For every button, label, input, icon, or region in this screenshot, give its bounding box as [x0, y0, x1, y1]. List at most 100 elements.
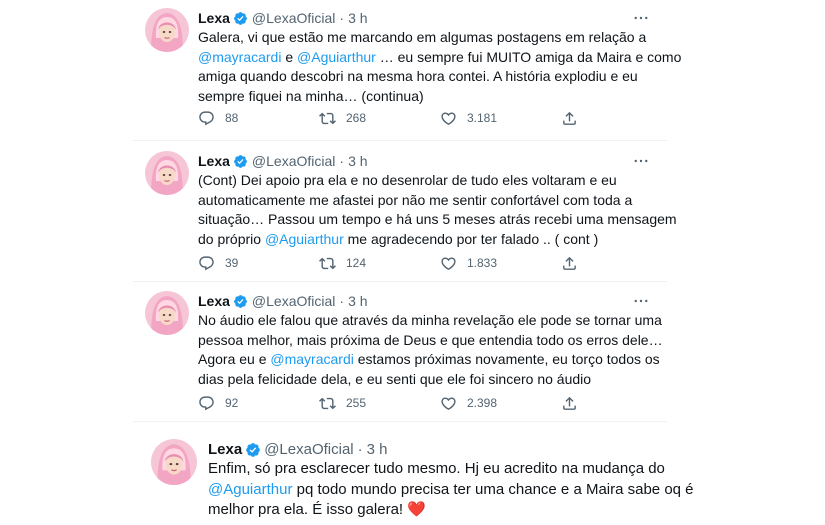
tweet-text-line: @mayracardi e @Aguiarthur … eu sempre fu…: [198, 48, 681, 68]
text-segment: Agora eu e: [198, 351, 271, 367]
text-segment: do próprio: [198, 230, 265, 247]
tweet-header: Lexa @LexaOficial · 3 h: [198, 8, 368, 28]
timestamp[interactable]: 3 h: [348, 10, 367, 26]
like-button[interactable]: 3.181: [440, 110, 561, 127]
timestamp[interactable]: 3 h: [348, 153, 367, 169]
retweet-count: 255: [346, 396, 367, 410]
author-handle[interactable]: @LexaOficial: [252, 10, 335, 26]
share-button[interactable]: [561, 255, 682, 272]
author-handle[interactable]: @LexaOficial: [264, 441, 353, 458]
tweet-header: Lexa @LexaOficial · 3 h: [208, 439, 388, 459]
tweet-actions: 39 124 1.833: [198, 253, 682, 273]
tweet-3[interactable]: Lexa @LexaOficial · 3 h No áudio ele fal…: [133, 291, 667, 411]
author-name[interactable]: Lexa: [198, 10, 230, 26]
reply-button[interactable]: 92: [198, 395, 319, 412]
share-button[interactable]: [561, 110, 682, 127]
text-segment: amiga quando descobri na mesma hora cont…: [198, 68, 638, 84]
author-handle[interactable]: @LexaOficial: [252, 293, 335, 309]
retweet-button[interactable]: 124: [319, 255, 440, 272]
tweet-2[interactable]: Lexa @LexaOficial · 3 h (Cont) Dei apoio…: [133, 151, 677, 273]
mention-link[interactable]: @Aguiarthur: [265, 231, 344, 247]
retweet-count: 268: [346, 111, 367, 125]
more-options-icon[interactable]: [631, 291, 651, 311]
tweet-text-line: pessoa melhor, mais próxima de Deus e qu…: [198, 331, 663, 351]
divider: [133, 140, 667, 141]
share-button[interactable]: [561, 395, 682, 412]
tweet-text-line: amiga quando descobri na mesma hora cont…: [198, 67, 653, 87]
mention-link[interactable]: @Aguiarthur: [208, 481, 292, 498]
tweet-header: Lexa @LexaOficial · 3 h: [198, 291, 368, 311]
text-segment: automaticamente me afastei por não me se…: [198, 191, 633, 208]
tweet-text-line: sempre fiquei na minha… (continua): [198, 87, 653, 107]
author-name[interactable]: Lexa: [198, 293, 230, 309]
retweet-button[interactable]: 255: [319, 395, 440, 412]
like-count: 2.398: [467, 396, 498, 410]
tweet-text: (Cont) Dei apoio pra ela e no desenrolar…: [198, 171, 677, 250]
separator-dot: ·: [339, 10, 345, 26]
verified-badge-icon: [233, 11, 248, 26]
author-name[interactable]: Lexa: [208, 441, 242, 458]
tweet-header: Lexa @LexaOficial · 3 h: [198, 151, 368, 171]
text-segment: pq todo mundo precisa ter uma chance e a…: [292, 480, 694, 498]
mention-link[interactable]: @Aguiarthur: [297, 49, 376, 65]
avatar[interactable]: [151, 439, 197, 485]
separator-dot: ·: [339, 153, 345, 169]
retweet-button[interactable]: 268: [319, 110, 440, 127]
reply-icon: [199, 110, 214, 125]
tweet-text-line: do próprio @Aguiarthur me agradecendo po…: [198, 230, 653, 250]
like-count: 3.181: [467, 111, 498, 125]
tweet-text: No áudio ele falou que através da minha …: [198, 311, 663, 389]
tweet-text-line: Enfim, só pra esclarecer tudo mesmo. Hj …: [208, 459, 665, 480]
timestamp[interactable]: 3 h: [348, 293, 367, 309]
tweet-text-line: automaticamente me afastei por não me se…: [198, 191, 653, 211]
tweet-4[interactable]: Lexa @LexaOficial · 3 h Enfim, só pra es…: [133, 439, 694, 525]
like-button[interactable]: 1.833: [440, 255, 561, 272]
author-name[interactable]: Lexa: [198, 153, 230, 169]
heart-icon: [441, 396, 456, 410]
text-segment: melhor pra ela. É isso galera!: [208, 501, 408, 518]
retweet-icon: [319, 257, 336, 269]
verified-badge-icon: [233, 294, 248, 309]
mention-link[interactable]: @mayracardi: [270, 351, 353, 367]
text-segment: sempre fiquei na minha… (continua): [198, 87, 424, 104]
tweet-text-line: Agora eu e @mayracardi estamos próximas …: [198, 350, 660, 370]
avatar[interactable]: [145, 8, 189, 52]
text-segment: Enfim, só pra esclarecer tudo mesmo. Hj …: [208, 460, 665, 477]
like-button[interactable]: 2.398: [440, 395, 561, 412]
like-count: 1.833: [467, 256, 498, 270]
separator-dot: ·: [339, 293, 345, 309]
reply-icon: [199, 255, 214, 270]
reply-button[interactable]: 39: [198, 255, 319, 272]
tweet-thread: Lexa @LexaOficial · 3 h Galera, vi que e…: [0, 0, 825, 525]
share-icon: [563, 256, 576, 270]
tweet-1[interactable]: Lexa @LexaOficial · 3 h Galera, vi que e…: [133, 8, 681, 133]
divider: [133, 281, 667, 282]
timestamp[interactable]: 3 h: [367, 441, 388, 458]
reply-count: 92: [225, 396, 239, 410]
tweet-text-line: @Aguiarthur pq todo mundo precisa ter um…: [208, 480, 694, 501]
mention-link[interactable]: @mayracardi: [198, 49, 281, 65]
verified-badge-icon: [245, 442, 261, 457]
verified-badge-icon: [233, 154, 248, 169]
tweet-text-line: Galera, vi que estão me marcando em algu…: [198, 28, 653, 48]
divider: [133, 421, 667, 422]
more-options-icon[interactable]: [631, 8, 651, 28]
text-segment: Galera, vi que estão me marcando em algu…: [198, 29, 647, 45]
red-heart-emoji-icon: ❤️: [407, 501, 426, 518]
separator-dot: ·: [357, 440, 363, 458]
tweet-actions: 92 255 2.398: [198, 393, 682, 413]
more-options-icon[interactable]: [631, 151, 651, 171]
avatar[interactable]: [145, 291, 189, 335]
avatar[interactable]: [145, 151, 189, 195]
tweet-text-line: No áudio ele falou que através da minha …: [198, 311, 662, 331]
text-segment: No áudio ele falou que através da minha …: [198, 312, 662, 328]
share-icon: [563, 111, 576, 125]
heart-icon: [441, 256, 456, 270]
text-segment: dias pela felicidade dela, e eu senti qu…: [198, 370, 592, 387]
tweet-text: Enfim, só pra esclarecer tudo mesmo. Hj …: [208, 459, 694, 521]
author-handle[interactable]: @LexaOficial: [252, 153, 335, 169]
reply-button[interactable]: 88: [198, 110, 319, 127]
text-segment: (Cont) Dei apoio pra ela e no desenrolar…: [198, 172, 617, 188]
reply-icon: [199, 395, 214, 410]
tweet-actions: 88 268 3.181: [198, 108, 682, 128]
